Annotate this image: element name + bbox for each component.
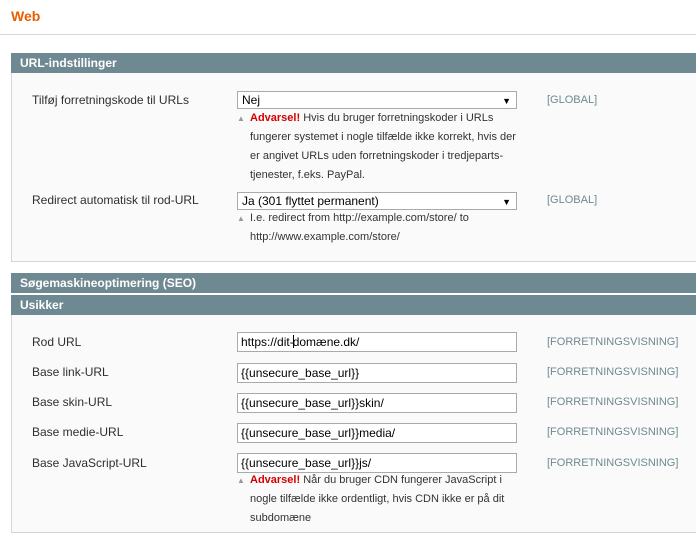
add-store-code-select[interactable]: Nej ▼ xyxy=(237,91,517,109)
base-url-input[interactable]: https://dit-domæne.dk/ xyxy=(237,332,517,352)
add-store-code-label: Tilføj forretningskode til URLs xyxy=(32,93,189,107)
base-link-url-scope: [FORRETNINGSVISNING] xyxy=(547,366,679,378)
section-header-unsecure[interactable]: Usikker xyxy=(11,295,696,315)
base-js-url-note: ▲ Advarsel! Når du bruger CDN fungerer J… xyxy=(237,471,522,528)
add-store-code-note: ▲ Advarsel! Hvis du bruger forretningsko… xyxy=(237,109,527,185)
base-link-url-input[interactable]: {{unsecure_base_url}} xyxy=(237,363,517,383)
base-skin-url-label: Base skin-URL xyxy=(32,395,113,409)
triangle-up-icon: ▲ xyxy=(237,214,245,223)
redirect-scope: [GLOBAL] xyxy=(547,194,598,206)
warning-label: Advarsel! xyxy=(250,474,301,486)
base-media-url-input[interactable]: {{unsecure_base_url}}media/ xyxy=(237,423,517,443)
base-js-url-label: Base JavaScript-URL xyxy=(32,456,147,470)
add-store-code-value: Nej xyxy=(242,93,261,107)
add-store-code-scope: [GLOBAL] xyxy=(547,94,598,106)
warning-label: Advarsel! xyxy=(250,112,301,124)
redirect-select[interactable]: Ja (301 flyttet permanent) ▼ xyxy=(237,192,517,210)
base-url-value-end: domæne.dk/ xyxy=(292,335,360,349)
section-header-seo[interactable]: Søgemaskineoptimering (SEO) xyxy=(11,273,696,293)
base-skin-url-scope: [FORRETNINGSVISNING] xyxy=(547,396,679,408)
title-divider xyxy=(0,34,696,35)
base-js-url-input[interactable]: {{unsecure_base_url}}js/ xyxy=(237,453,517,473)
triangle-up-icon: ▲ xyxy=(237,476,245,485)
section-header-url-settings[interactable]: URL-indstillinger xyxy=(11,53,696,73)
base-js-url-scope: [FORRETNINGSVISNING] xyxy=(547,457,679,469)
base-url-value-start: https://dit- xyxy=(241,335,294,349)
base-media-url-scope: [FORRETNINGSVISNING] xyxy=(547,426,679,438)
redirect-value: Ja (301 flyttet permanent) xyxy=(242,194,379,208)
chevron-down-icon: ▼ xyxy=(502,197,511,207)
base-skin-url-input[interactable]: {{unsecure_base_url}}skin/ xyxy=(237,393,517,413)
redirect-note-text: I.e. redirect from http://example.com/st… xyxy=(250,212,469,243)
redirect-note: ▲ I.e. redirect from http://example.com/… xyxy=(237,209,487,247)
chevron-down-icon: ▼ xyxy=(502,96,511,106)
triangle-up-icon: ▲ xyxy=(237,114,245,123)
page-title: Web xyxy=(11,8,41,24)
base-media-url-label: Base medie-URL xyxy=(32,425,124,439)
redirect-label: Redirect automatisk til rod-URL xyxy=(32,193,199,207)
base-link-url-label: Base link-URL xyxy=(32,365,109,379)
base-url-label: Rod URL xyxy=(32,335,82,349)
base-url-scope: [FORRETNINGSVISNING] xyxy=(547,336,679,348)
